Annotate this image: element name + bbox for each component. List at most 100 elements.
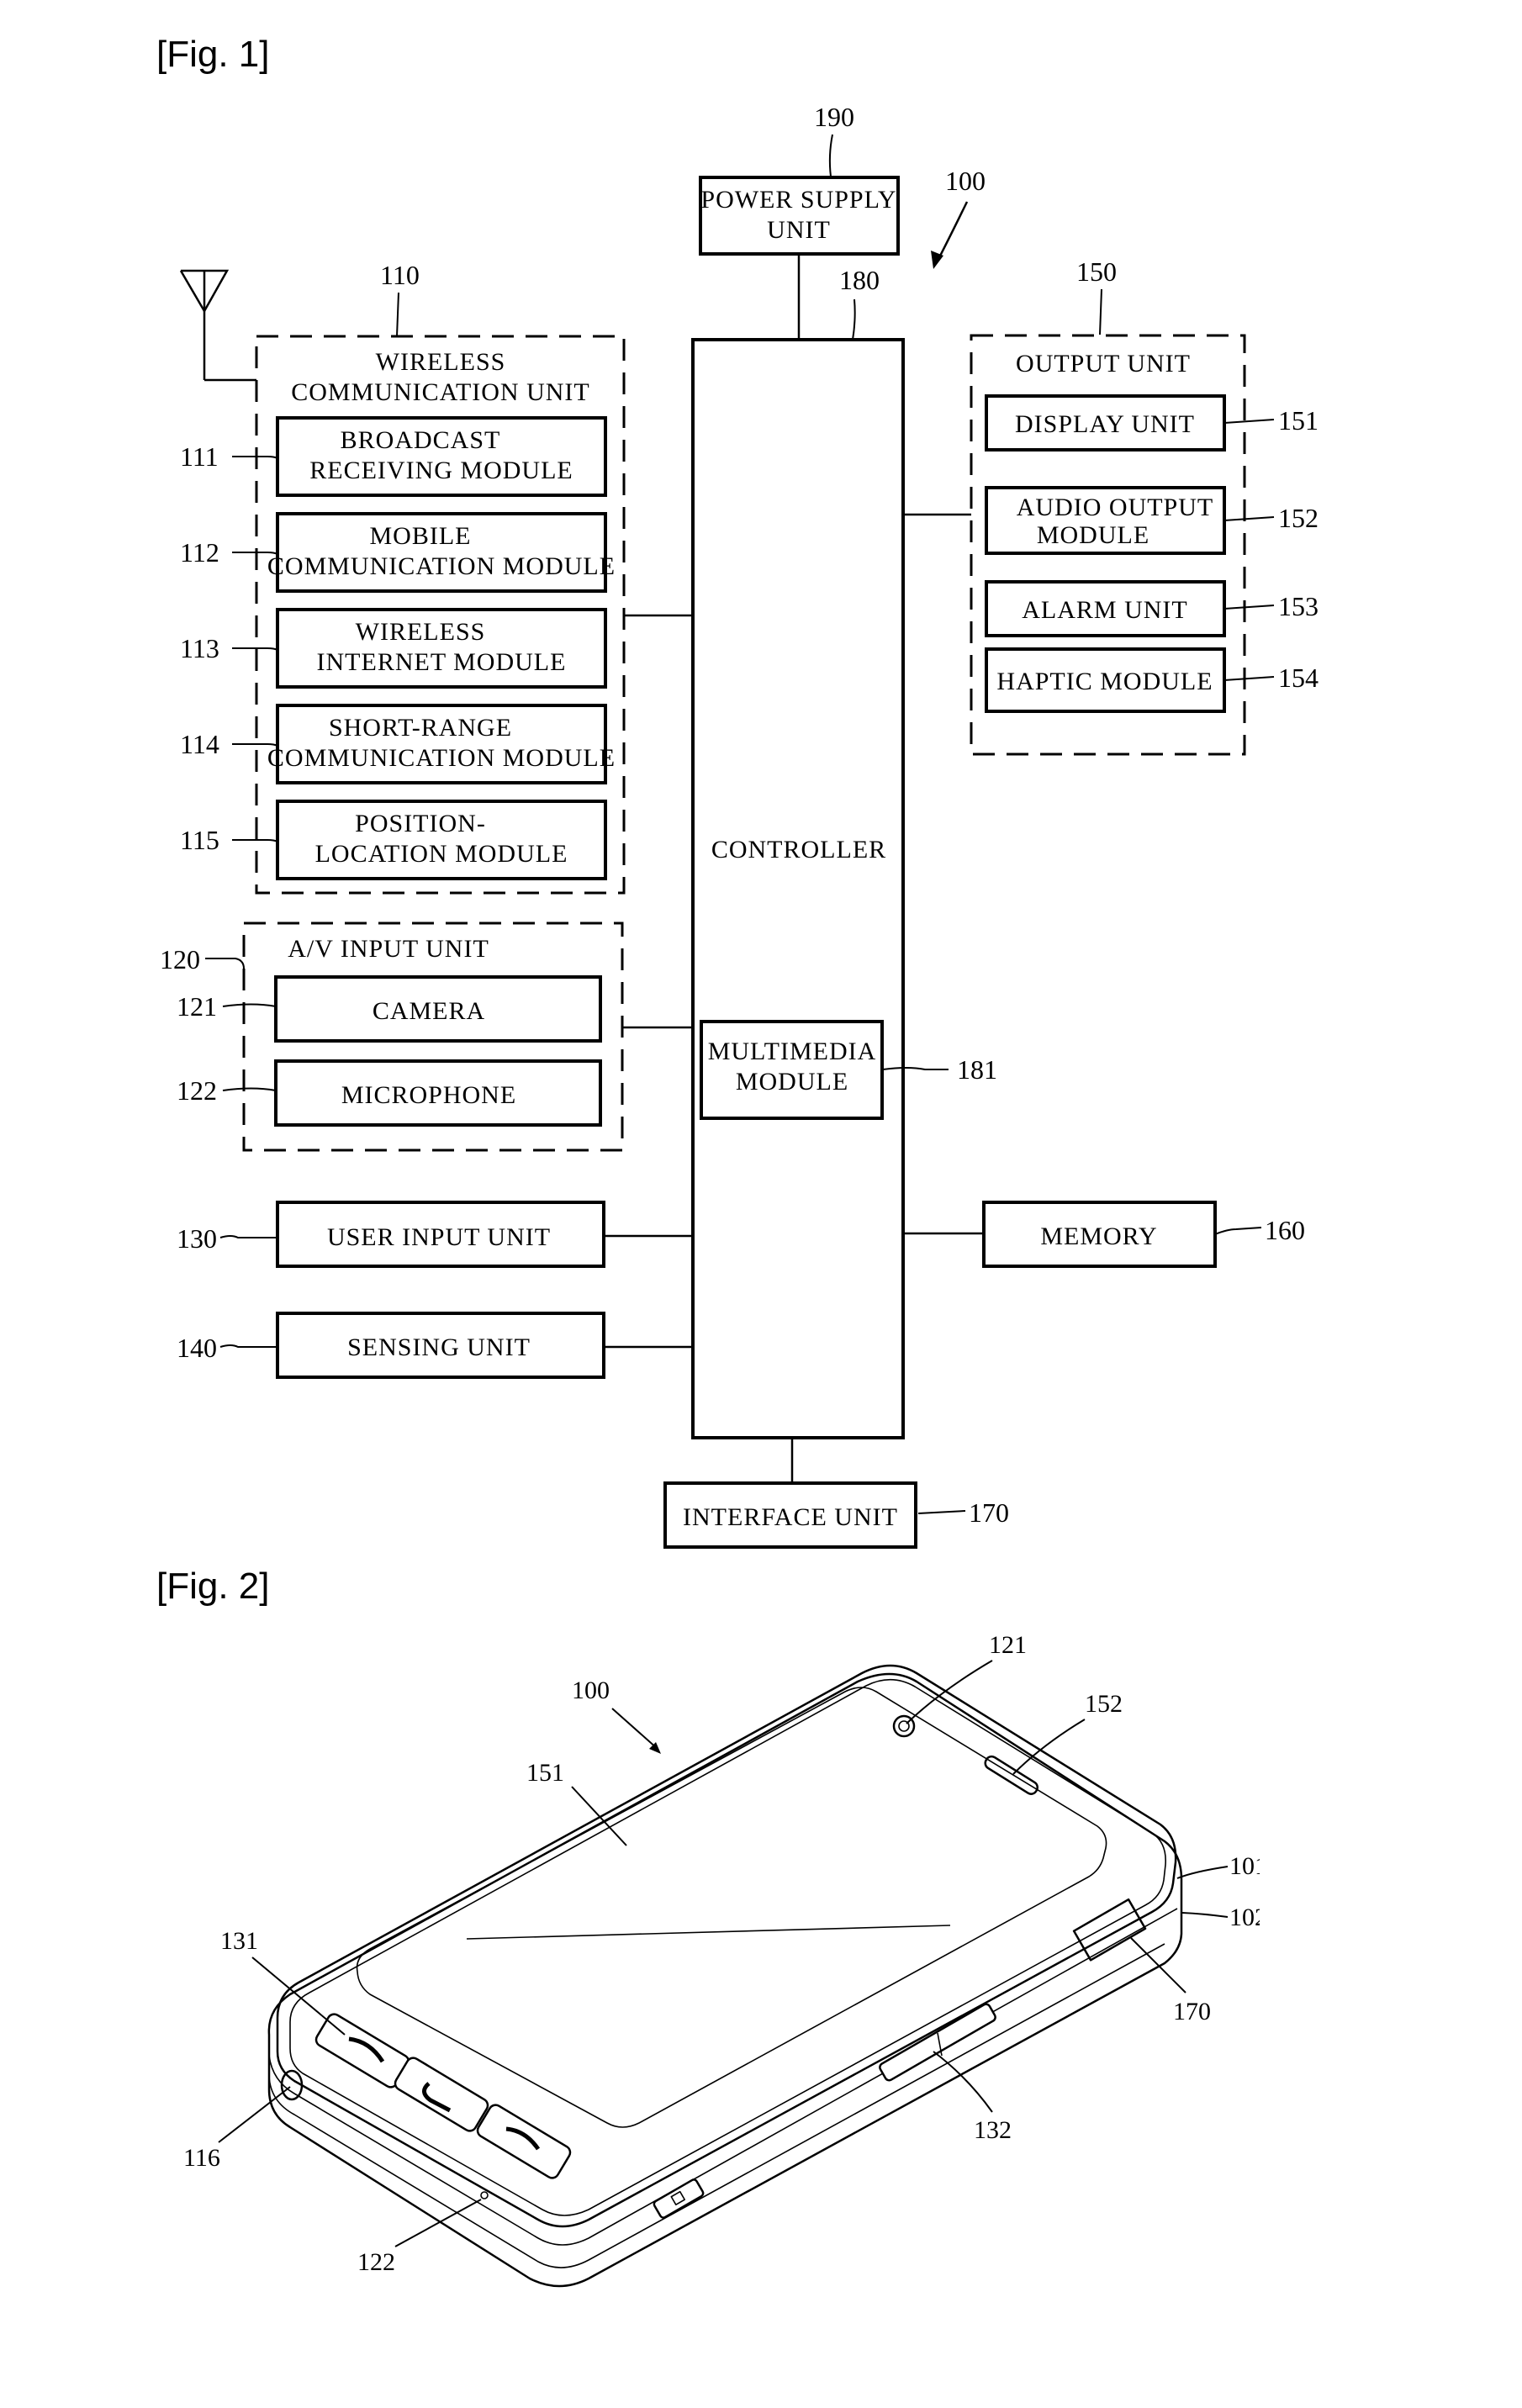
earjack-icon: [280, 2069, 304, 2101]
output-module-leader: [1223, 605, 1275, 610]
fig2-ref-100-arrow: [611, 1708, 658, 1750]
output-module-label-line1: AUDIO OUTPUT: [1017, 494, 1213, 521]
fig2-ref-131: 131: [220, 1927, 258, 1955]
antenna-icon: [179, 269, 256, 382]
wireless-module-label-line1: BROADCAST: [341, 426, 501, 454]
power-supply-unit-box: POWER SUPPLY UNIT: [699, 176, 900, 256]
wireless-module-leader: [232, 647, 278, 651]
fig2-ref-170-leader: [1130, 1937, 1186, 1993]
ref-120: 120: [160, 944, 200, 974]
fig2-ref-121: 121: [989, 1631, 1027, 1659]
user-input-unit-box: USER INPUT UNIT: [276, 1201, 605, 1268]
ref-150-leader: [1099, 288, 1102, 335]
volume-key-divider: [937, 2032, 943, 2057]
call-button[interactable]: [314, 2012, 411, 2090]
fig2-ref-116: 116: [183, 2144, 220, 2172]
wireless-module-leader: [232, 456, 278, 459]
fig2-ref-151: 151: [526, 1759, 564, 1787]
fig2-ref-170: 170: [1173, 1998, 1211, 2025]
wireless-module-ref: 113: [180, 633, 219, 663]
fig2-ref-151-leader: [571, 1786, 627, 1846]
wireless-module-ref: 111: [180, 441, 219, 472]
menu-icon: [422, 2082, 452, 2113]
wireless-module-leader: [232, 839, 278, 842]
wireless-module-label-line2: COMMUNICATION MODULE: [267, 552, 616, 580]
av-module-leader: [222, 1003, 277, 1007]
ref-150: 150: [1076, 256, 1117, 287]
fig2-ref-152: 152: [1085, 1690, 1123, 1718]
av-module-label: CAMERA: [373, 997, 485, 1025]
wireless-unit-label-line1: WIRELESS: [376, 348, 506, 376]
figure-1-block-diagram: 100 190 POWER SUPPLY UNIT 180 CONTROLLER…: [160, 102, 1319, 1549]
output-module-leader: [1223, 516, 1275, 521]
wireless-module-box: SHORT-RANGECOMMUNICATION MODULE: [267, 704, 616, 784]
output-module-ref: 153: [1278, 591, 1319, 621]
output-module-box: ALARM UNIT: [985, 580, 1226, 637]
ref-160-leader: [1214, 1227, 1262, 1235]
fig2-ref-152-leader: [1012, 1719, 1086, 1775]
ref-181: 181: [957, 1054, 997, 1085]
front-camera-icon: [892, 1714, 916, 1738]
memory-box: MEMORY: [982, 1201, 1217, 1268]
ref-170: 170: [969, 1497, 1009, 1528]
controller-label: CONTROLLER: [711, 836, 886, 863]
multimedia-label-line1: MULTIMEDIA: [708, 1038, 877, 1065]
output-module-label-line2: MODULE: [1037, 521, 1149, 549]
ref-160: 160: [1265, 1215, 1305, 1245]
fig2-ref-122-leader: [394, 2199, 482, 2247]
wireless-module-box: BROADCAST RECEIVING MODULE: [276, 416, 607, 497]
wireless-module-box: WIRELESSINTERNET MODULE: [276, 608, 607, 689]
sensing-unit-label: SENSING UNIT: [347, 1333, 531, 1361]
fig2-ref-122: 122: [357, 2248, 395, 2276]
fig2-ref-101-leader: [1176, 1866, 1229, 1879]
wireless-module-ref: 114: [180, 729, 219, 759]
multimedia-module-box: MULTIMEDIA MODULE: [700, 1020, 884, 1120]
fig2-ref-121-leader: [906, 1660, 993, 1724]
wireless-module-label-line2: RECEIVING MODULE: [309, 457, 573, 484]
menu-button[interactable]: [393, 2056, 490, 2134]
wireless-module-box: POSITION- LOCATION MODULE: [276, 800, 607, 880]
wireless-module-label-line2: INTERNET MODULE: [317, 648, 567, 676]
page-edge-clip: [1260, 1833, 1522, 1951]
ref-100: 100: [945, 166, 986, 196]
output-module-ref: 152: [1278, 503, 1319, 533]
end-call-icon: [505, 2126, 541, 2151]
phone-case-split-line: [268, 1908, 1178, 2246]
av-module-label: MICROPHONE: [341, 1081, 516, 1109]
fig2-ref-132: 132: [974, 2116, 1012, 2144]
figure-2-title: [Fig. 2]: [156, 1566, 270, 1607]
end-call-button[interactable]: [475, 2103, 573, 2181]
output-module-label: HAPTIC MODULE: [996, 668, 1213, 695]
wireless-module-label-line2: COMMUNICATION MODULE: [267, 744, 616, 772]
side-camera-key[interactable]: [653, 2178, 705, 2219]
power-supply-label-line2: UNIT: [767, 216, 831, 244]
av-module-box: MICROPHONE: [274, 1059, 602, 1127]
output-module-box: DISPLAY UNIT: [985, 394, 1226, 452]
fig2-ref-100: 100: [572, 1677, 610, 1704]
wireless-module-label-line1: POSITION-: [355, 810, 486, 837]
ref-170-leader: [917, 1510, 966, 1514]
user-input-unit-label: USER INPUT UNIT: [327, 1223, 551, 1251]
av-module-ref: 121: [177, 991, 217, 1022]
ref-140: 140: [177, 1333, 217, 1363]
wireless-module-ref: 115: [180, 825, 219, 855]
display-screen: [356, 1687, 1107, 2128]
output-module-box: AUDIO OUTPUTMODULE: [985, 486, 1226, 555]
microphone-hole-icon: [480, 2191, 489, 2199]
wireless-module-ref: 112: [180, 537, 219, 568]
ref-190: 190: [814, 102, 854, 132]
ref-130-leader: [219, 1235, 277, 1238]
side-volume-key[interactable]: [879, 2003, 997, 2082]
interface-unit-box: INTERFACE UNIT: [663, 1481, 917, 1549]
wireless-module-label-line2: LOCATION MODULE: [315, 840, 568, 868]
wireless-module-label-line1: WIRELESS: [356, 618, 486, 646]
phone-body-outline: [267, 1672, 1183, 2288]
interface-port[interactable]: [1072, 1898, 1147, 1962]
ref-100-arrow-line: [935, 201, 969, 263]
camera-key-icon: [670, 2190, 685, 2205]
fig2-ref-102-leader: [1181, 1912, 1229, 1918]
front-camera-lens-icon: [898, 1720, 910, 1732]
output-module-label: ALARM UNIT: [1022, 596, 1188, 624]
phone-front-bezel: [289, 1678, 1166, 2216]
ref-120-leader: [205, 958, 245, 969]
